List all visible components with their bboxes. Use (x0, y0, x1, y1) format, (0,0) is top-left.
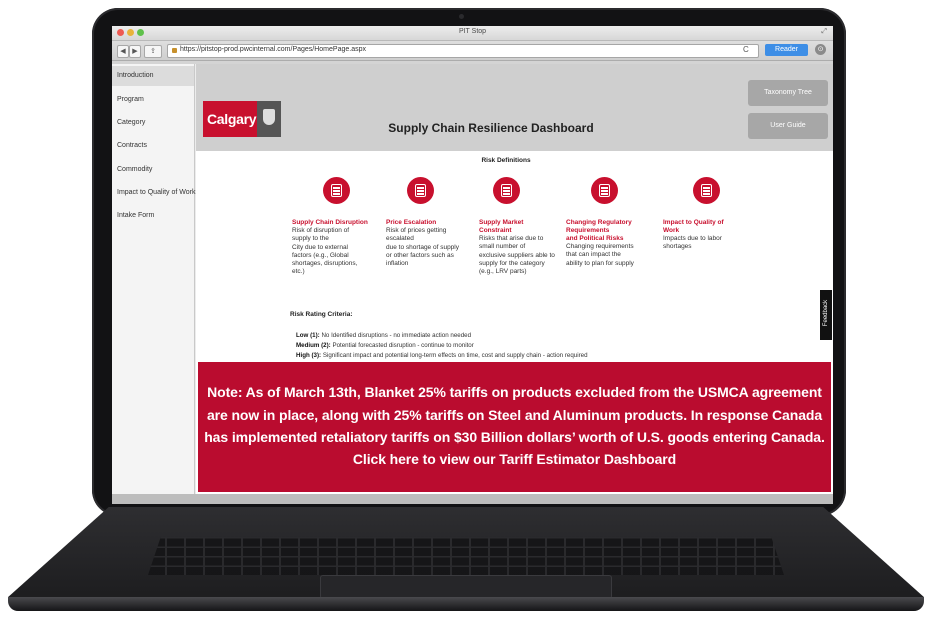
risk-heading-regulatory: Changing Regulatory Requirements and Pol… (566, 219, 632, 242)
price-escalation-icon (407, 177, 434, 204)
share-button[interactable]: ⇪ (144, 45, 162, 58)
browser-toolbar: ◀ ▶ ⇪ https://pitstop-prod.pwcinternal.c… (112, 41, 833, 61)
back-icon: ◀ (120, 48, 126, 55)
quality-icon (693, 177, 720, 204)
calgary-logo: Calgary (203, 101, 281, 137)
rating-medium-text: Potential forecasted disruption - contin… (330, 342, 474, 349)
risk-desc-quality: Impacts due to labor shortages (663, 235, 722, 251)
address-bar[interactable]: https://pitstop-prod.pwcinternal.com/Pag… (167, 44, 759, 58)
market-constraint-icon (493, 177, 520, 204)
risk-desc-market: Risks that arise due to small number of … (479, 235, 555, 276)
window-title: PIT Stop (458, 28, 487, 35)
rating-medium-label: Medium (2): (296, 342, 331, 349)
share-icon: ⇪ (150, 48, 156, 55)
risk-heading-market: Supply Market Constraint (479, 219, 524, 234)
risk-desc-price: Risk of prices getting escalated due to … (386, 227, 459, 268)
tariff-estimator-link[interactable]: Click here to view our Tariff Estimator … (198, 451, 831, 467)
fullscreen-icon[interactable]: ⤢ (821, 28, 827, 36)
risk-heading-price: Price Escalation (386, 219, 437, 226)
crest-icon (257, 101, 281, 137)
downloads-icon[interactable]: ⊙ (815, 44, 826, 55)
risk-heading-quality: Impact to Quality of Work (663, 219, 724, 234)
sidebar-item-impact-quality[interactable]: Impact to Quality of Work (112, 183, 195, 203)
camera-icon (459, 14, 464, 19)
rating-low: Low (1): No Identified disruptions - no … (296, 332, 471, 339)
rating-medium: Medium (2): Potential forecasted disrupt… (296, 342, 474, 349)
banner-line-2: are now in place, along with 25% tariffs… (206, 407, 823, 423)
risk-definitions-title: Risk Definitions (481, 157, 531, 164)
logo-text: Calgary (207, 111, 257, 127)
trackpad (320, 575, 612, 599)
forward-button[interactable]: ▶ (129, 45, 141, 58)
dashboard-header: Calgary Supply Chain Resilience Dashboar… (196, 64, 833, 151)
sidebar-item-intake-form[interactable]: Intake Form (112, 206, 194, 226)
keyboard-rows (148, 537, 784, 575)
bottom-status-bar (112, 494, 833, 504)
url-text: https://pitstop-prod.pwcinternal.com/Pag… (180, 46, 366, 53)
risk-heading-supply-chain: Supply Chain Disruption (292, 219, 368, 226)
sidebar-nav: Introduction Program Category Contracts … (112, 64, 195, 494)
tariff-note-banner[interactable]: Note: As of March 13th, Blanket 25% tari… (198, 362, 831, 492)
user-guide-button[interactable]: User Guide (748, 113, 828, 139)
laptop-front-edge (8, 597, 924, 611)
site-icon (172, 48, 177, 53)
rating-high-label: High (3): (296, 352, 322, 359)
sidebar-item-category[interactable]: Category (112, 113, 194, 133)
sidebar-item-contracts[interactable]: Contracts (112, 136, 194, 156)
rating-high-text: Significant impact and potential long-te… (321, 352, 588, 359)
page-title: Supply Chain Resilience Dashboard (388, 121, 594, 135)
rating-high: High (3): Significant impact and potenti… (296, 352, 588, 359)
rating-low-label: Low (1): (296, 332, 320, 339)
back-button[interactable]: ◀ (117, 45, 129, 58)
forward-icon: ▶ (132, 48, 138, 55)
risk-desc-supply-chain: Risk of disruption of supply to the City… (292, 227, 358, 276)
rating-low-text: No Identified disruptions - no immediate… (319, 332, 472, 339)
screen: PIT Stop ⤢ ◀ ▶ ⇪ https://pitstop-prod.pw… (112, 26, 833, 504)
sidebar-item-commodity[interactable]: Commodity (112, 160, 194, 180)
reload-icon[interactable]: C (743, 45, 749, 54)
risk-desc-regulatory: Changing requirements that can impact th… (566, 243, 634, 267)
feedback-tab[interactable]: Feedback (820, 290, 832, 340)
laptop-base (8, 507, 924, 613)
regulatory-icon (591, 177, 618, 204)
sidebar-item-program[interactable]: Program (112, 90, 194, 110)
supply-chain-icon (323, 177, 350, 204)
sidebar-item-introduction[interactable]: Introduction (112, 66, 194, 86)
banner-line-3: has implemented retaliatory tariffs on $… (204, 429, 825, 445)
taxonomy-tree-button[interactable]: Taxonomy Tree (748, 80, 828, 106)
window-titlebar: PIT Stop ⤢ (112, 26, 833, 41)
banner-line-1: Note: As of March 13th, Blanket 25% tari… (207, 384, 822, 400)
risk-rating-title: Risk Rating Criteria: (290, 311, 353, 318)
feedback-label: Feedback (823, 299, 829, 327)
reader-button[interactable]: Reader (765, 44, 808, 56)
